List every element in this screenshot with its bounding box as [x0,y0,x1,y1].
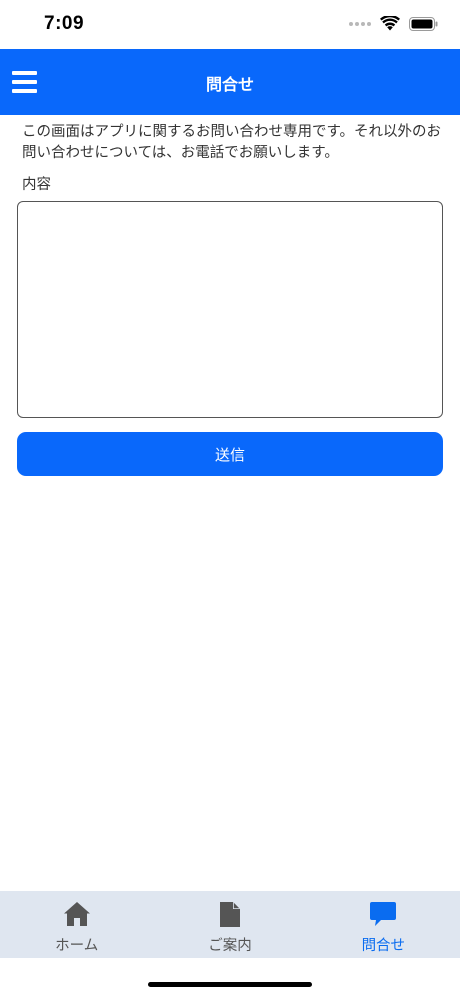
nav-bar: 問合せ [0,49,460,115]
status-bar: 7:09 [0,0,460,49]
status-icons [349,16,438,31]
home-icon [62,899,92,929]
chat-bubble-icon [368,899,398,929]
tab-inquiry[interactable]: 問合せ [307,891,460,958]
home-indicator-area [0,958,460,996]
tab-inquiry-label: 問合せ [361,938,406,954]
notice-text: この画面はアプリに関するお問い合わせ専用です。それ以外のお問い合わせについては、… [22,124,442,161]
tab-guide[interactable]: ご案内 [153,891,306,958]
home-indicator[interactable] [148,982,312,987]
send-button[interactable]: 送信 [17,432,443,476]
wifi-icon [380,16,400,31]
tab-bar: ホーム ご案内 問合せ [0,891,460,958]
tab-home-label: ホーム [55,938,99,954]
tab-home[interactable]: ホーム [0,891,153,958]
status-time: 7:09 [44,13,85,34]
content-label: 内容 [22,177,51,193]
contact-form: この画面はアプリに関するお問い合わせ専用です。それ以外のお問い合わせについては、… [17,122,443,476]
cellular-signal-icon [349,21,371,26]
battery-icon [409,16,438,31]
tab-guide-label: ご案内 [208,938,252,954]
message-textarea[interactable] [17,201,443,418]
page-title: 問合せ [205,75,254,94]
document-icon [215,899,245,929]
